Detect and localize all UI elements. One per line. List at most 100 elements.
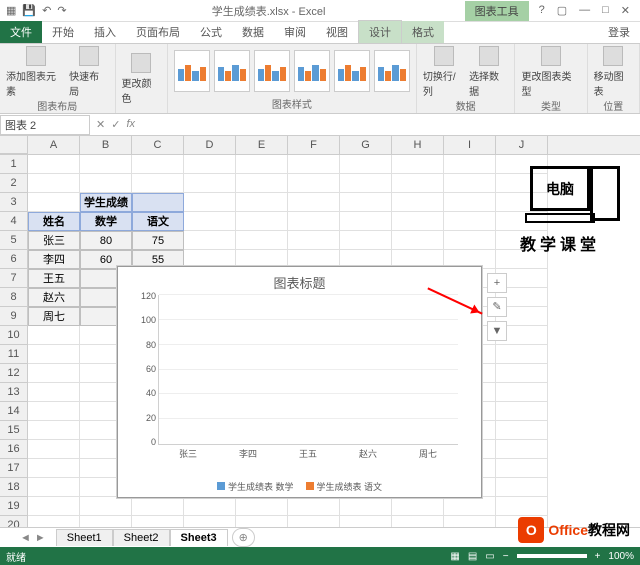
- cell[interactable]: [496, 383, 548, 402]
- name-box[interactable]: 图表 2: [0, 115, 90, 135]
- cell[interactable]: [28, 326, 80, 345]
- row-header[interactable]: 16: [0, 440, 28, 459]
- cell[interactable]: [28, 174, 80, 193]
- cell[interactable]: [340, 231, 392, 250]
- row-header[interactable]: 10: [0, 326, 28, 345]
- col-header[interactable]: B: [80, 136, 132, 154]
- cell[interactable]: 张三: [28, 231, 80, 250]
- plot-area[interactable]: [158, 295, 458, 445]
- cell[interactable]: [28, 497, 80, 516]
- zoom-in-icon[interactable]: +: [595, 551, 601, 562]
- cell[interactable]: [496, 421, 548, 440]
- cell[interactable]: [392, 212, 444, 231]
- row-header[interactable]: 9: [0, 307, 28, 326]
- cell[interactable]: [236, 193, 288, 212]
- cell[interactable]: 赵六: [28, 288, 80, 307]
- cell[interactable]: [236, 231, 288, 250]
- row-header[interactable]: 5: [0, 231, 28, 250]
- cell[interactable]: [132, 497, 184, 516]
- close-icon[interactable]: ✕: [621, 4, 630, 17]
- cell[interactable]: [288, 231, 340, 250]
- cell[interactable]: [28, 459, 80, 478]
- cell[interactable]: [444, 155, 496, 174]
- cell[interactable]: [496, 440, 548, 459]
- cell[interactable]: [288, 174, 340, 193]
- tab-insert[interactable]: 插入: [84, 21, 126, 43]
- formula-input[interactable]: [141, 124, 640, 126]
- tab-formulas[interactable]: 公式: [190, 21, 232, 43]
- chart-filters-button[interactable]: ▼: [487, 321, 507, 341]
- cell[interactable]: 学生成绩表: [80, 193, 132, 212]
- cell[interactable]: [496, 478, 548, 497]
- sheet-tab[interactable]: Sheet2: [113, 529, 170, 546]
- sheet-tab[interactable]: Sheet1: [56, 529, 113, 546]
- cell[interactable]: [340, 497, 392, 516]
- col-header[interactable]: C: [132, 136, 184, 154]
- cell[interactable]: 周七: [28, 307, 80, 326]
- row-header[interactable]: 18: [0, 478, 28, 497]
- col-header[interactable]: H: [392, 136, 444, 154]
- cell[interactable]: [132, 193, 184, 212]
- cell[interactable]: [496, 459, 548, 478]
- col-header[interactable]: J: [496, 136, 548, 154]
- cell[interactable]: [236, 212, 288, 231]
- cell[interactable]: [444, 193, 496, 212]
- row-header[interactable]: 12: [0, 364, 28, 383]
- cancel-icon[interactable]: ✕: [96, 118, 105, 131]
- cell[interactable]: [184, 231, 236, 250]
- cell[interactable]: [236, 497, 288, 516]
- help-icon[interactable]: ?: [539, 4, 545, 17]
- cell[interactable]: [28, 383, 80, 402]
- tab-design[interactable]: 设计: [358, 20, 402, 43]
- cell[interactable]: [28, 421, 80, 440]
- col-header[interactable]: G: [340, 136, 392, 154]
- col-header[interactable]: A: [28, 136, 80, 154]
- cell[interactable]: [80, 174, 132, 193]
- cell[interactable]: [184, 212, 236, 231]
- zoom-slider[interactable]: [517, 554, 587, 558]
- row-header[interactable]: 14: [0, 402, 28, 421]
- enter-icon[interactable]: ✓: [111, 118, 120, 131]
- cell[interactable]: [288, 212, 340, 231]
- row-header[interactable]: 1: [0, 155, 28, 174]
- cell[interactable]: [28, 478, 80, 497]
- style-item[interactable]: [254, 50, 290, 92]
- cell[interactable]: [444, 231, 496, 250]
- change-colors-button[interactable]: 更改颜色: [122, 53, 161, 105]
- cell[interactable]: [392, 155, 444, 174]
- view-break-icon[interactable]: ▭: [485, 551, 494, 562]
- cell[interactable]: [80, 497, 132, 516]
- row-header[interactable]: 2: [0, 174, 28, 193]
- select-all[interactable]: [0, 136, 28, 154]
- cell[interactable]: [288, 155, 340, 174]
- row-header[interactable]: 3: [0, 193, 28, 212]
- save-icon[interactable]: 💾: [22, 4, 36, 17]
- row-header[interactable]: 17: [0, 459, 28, 478]
- style-item[interactable]: [294, 50, 330, 92]
- cell[interactable]: [496, 364, 548, 383]
- ribbon-collapse-icon[interactable]: ▢: [557, 4, 567, 17]
- col-header[interactable]: I: [444, 136, 496, 154]
- switch-row-col-button[interactable]: 切换行/列: [423, 46, 465, 98]
- cell[interactable]: [28, 402, 80, 421]
- new-sheet-button[interactable]: ⊕: [232, 528, 255, 547]
- chart-legend[interactable]: 学生成绩表 数学 学生成绩表 语文: [118, 480, 481, 493]
- embedded-chart[interactable]: 图表标题 120100806040200 张三李四王五赵六周七 学生成绩表 数学…: [117, 266, 482, 498]
- cell[interactable]: [288, 193, 340, 212]
- cell[interactable]: [340, 212, 392, 231]
- cell[interactable]: [28, 155, 80, 174]
- cell[interactable]: 姓名: [28, 212, 80, 231]
- cell[interactable]: [236, 174, 288, 193]
- zoom-out-icon[interactable]: −: [503, 551, 509, 562]
- view-normal-icon[interactable]: ▦: [450, 551, 459, 562]
- cell[interactable]: 75: [132, 231, 184, 250]
- cell[interactable]: [132, 174, 184, 193]
- sheet-tab[interactable]: Sheet3: [170, 529, 228, 546]
- zoom-level[interactable]: 100%: [608, 551, 634, 562]
- cell[interactable]: [392, 174, 444, 193]
- cell[interactable]: 80: [80, 231, 132, 250]
- col-header[interactable]: E: [236, 136, 288, 154]
- tab-file[interactable]: 文件: [0, 21, 42, 43]
- move-chart-button[interactable]: 移动图表: [594, 46, 633, 98]
- cell[interactable]: [392, 497, 444, 516]
